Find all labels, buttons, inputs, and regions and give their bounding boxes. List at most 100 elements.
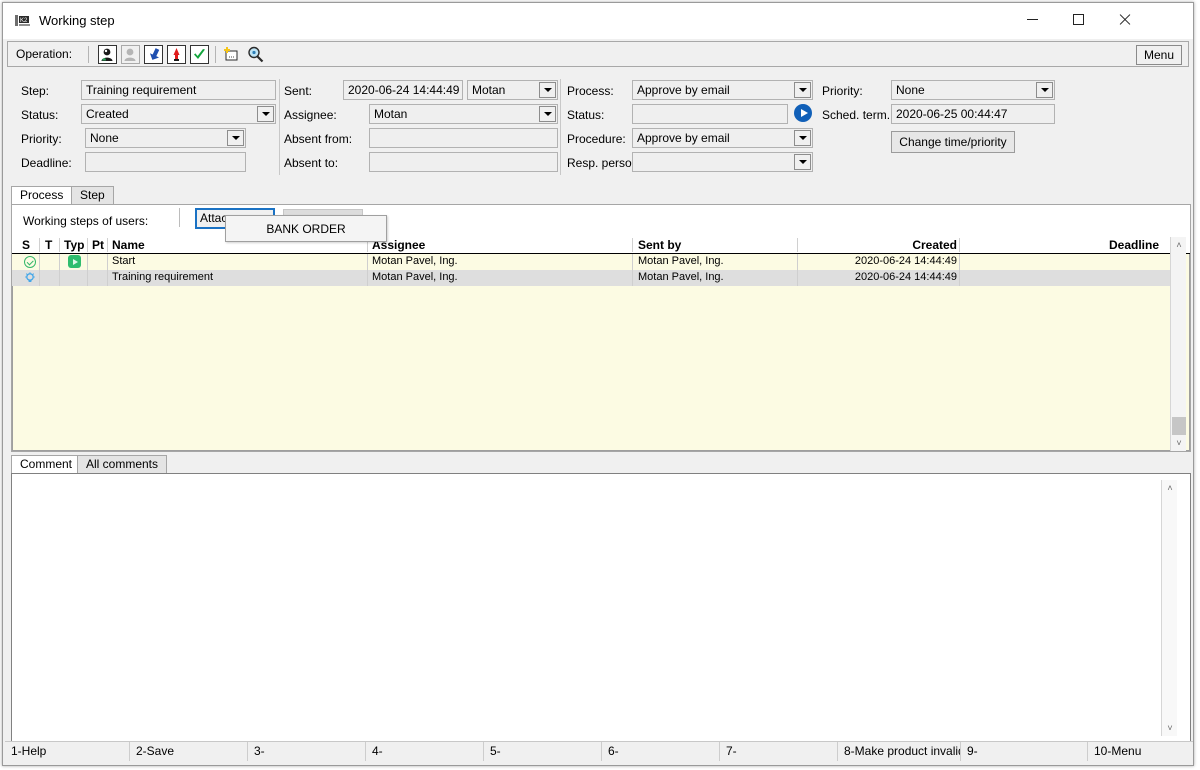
cell-created: 2020-06-24 14:44:49 — [854, 255, 957, 267]
resp-person-combo[interactable] — [632, 152, 813, 172]
change-time-priority-button[interactable]: Change time/priority — [891, 131, 1015, 153]
sched-term-field[interactable]: 2020-06-25 00:44:47 — [891, 104, 1055, 124]
scroll-up-icon[interactable]: ˄ — [1162, 480, 1178, 496]
cell-divider — [632, 270, 633, 286]
process-combo[interactable]: Approve by email — [632, 80, 813, 100]
status-bar: 1-Help 2-Save 3- 4- 5- 6- 7- 8-Make prod… — [5, 741, 1193, 761]
chevron-down-icon[interactable] — [1036, 82, 1053, 98]
step-field[interactable]: Training requirement — [81, 80, 276, 100]
tab-comment[interactable]: Comment — [11, 455, 82, 475]
grid-scrollbar[interactable]: ˄ ˅ — [1170, 237, 1186, 451]
user-disabled-icon[interactable] — [121, 45, 140, 64]
column-header-pt[interactable]: Pt — [92, 238, 104, 252]
grid-header-row: S T Typ Pt Name Assignee Sent by Created… — [12, 237, 1190, 254]
cell-assignee: Motan Pavel, Ing. — [372, 271, 458, 283]
cell-created: 2020-06-24 14:44:49 — [854, 271, 957, 283]
cell-divider — [87, 254, 88, 270]
chevron-down-icon[interactable] — [794, 130, 811, 146]
return-arrow-icon[interactable] — [144, 45, 163, 64]
column-divider[interactable] — [107, 238, 108, 252]
grid-scroll-thumb[interactable] — [1172, 417, 1186, 435]
chevron-down-icon[interactable] — [227, 130, 244, 146]
column-header-t[interactable]: T — [45, 238, 52, 252]
cell-divider — [107, 254, 108, 270]
new-note-icon[interactable] — [222, 45, 241, 64]
cell-name: Training requirement — [112, 271, 214, 283]
menu-button[interactable]: Menu — [1136, 45, 1182, 65]
bank-order-tooltip: BANK ORDER — [225, 215, 387, 242]
column-header-sentby[interactable]: Sent by — [638, 238, 681, 252]
scroll-up-icon[interactable]: ˄ — [1171, 237, 1187, 253]
column-divider[interactable] — [59, 238, 60, 252]
right-priority-combo[interactable]: None — [891, 80, 1055, 100]
status-cell-3[interactable]: 3- — [248, 742, 366, 761]
column-header-typ[interactable]: Typ — [64, 238, 84, 252]
cell-divider — [959, 270, 960, 286]
status-cell-9[interactable]: 9- — [961, 742, 1088, 761]
window-title: Working step — [39, 13, 115, 28]
resp-person-label: Resp. person: — [567, 156, 642, 170]
run-process-icon[interactable] — [794, 104, 812, 122]
chevron-down-icon[interactable] — [794, 82, 811, 98]
scroll-down-icon[interactable]: ˅ — [1171, 435, 1187, 451]
column-divider[interactable] — [632, 238, 633, 252]
column-header-deadline[interactable]: Deadline — [912, 238, 1159, 252]
column-header-name[interactable]: Name — [112, 238, 145, 252]
type-start-icon — [68, 255, 81, 268]
tab-all-comments[interactable]: All comments — [77, 455, 168, 474]
priority-combo[interactable]: None — [85, 128, 246, 148]
close-button[interactable] — [1101, 3, 1147, 35]
process-status-field[interactable] — [632, 104, 788, 124]
cell-divider — [107, 270, 108, 286]
step-label: Step: — [21, 84, 50, 98]
priority-flag-icon[interactable] — [167, 45, 186, 64]
absent-from-field[interactable] — [369, 128, 558, 148]
chevron-down-icon[interactable] — [794, 154, 811, 170]
sent-user-combo[interactable]: Motan — [467, 80, 558, 100]
assignee-combo[interactable]: Motan — [369, 104, 558, 124]
status-cell-1-help[interactable]: 1-Help — [5, 742, 130, 761]
chevron-down-icon[interactable] — [257, 106, 274, 122]
table-row[interactable]: Start Motan Pavel, Ing. Motan Pavel, Ing… — [12, 254, 1172, 270]
sched-term-label: Sched. term.: — [822, 108, 894, 122]
process-status-label: Status: — [567, 108, 605, 122]
comment-textarea[interactable] — [11, 473, 1191, 743]
column-divider[interactable] — [87, 238, 88, 252]
status-cell-4[interactable]: 4- — [366, 742, 484, 761]
minimize-button[interactable] — [1009, 3, 1055, 35]
column-header-s[interactable]: S — [22, 238, 30, 252]
chevron-down-icon[interactable] — [539, 82, 556, 98]
search-magnifier-icon[interactable] — [246, 45, 265, 64]
status-complete-icon — [24, 256, 36, 268]
tab-step[interactable]: Step — [71, 186, 114, 205]
user-active-icon[interactable] — [98, 45, 117, 64]
deadline-label: Deadline: — [21, 156, 72, 170]
app-icon: K2 — [15, 14, 31, 28]
status-cell-7[interactable]: 7- — [720, 742, 838, 761]
status-combo-value: Created — [86, 107, 129, 121]
form-divider-2 — [560, 79, 561, 175]
status-cell-8-make-product-invalid[interactable]: 8-Make product invalid — [838, 742, 961, 761]
column-divider[interactable] — [39, 238, 40, 252]
sent-date-field[interactable]: 2020-06-24 14:44:49 — [343, 80, 463, 100]
maximize-button[interactable] — [1055, 3, 1101, 35]
status-cell-6[interactable]: 6- — [602, 742, 720, 761]
absent-from-label: Absent from: — [284, 132, 353, 146]
absent-to-field[interactable] — [369, 152, 558, 172]
scroll-down-icon[interactable]: ˅ — [1162, 720, 1178, 736]
status-combo[interactable]: Created — [81, 104, 276, 124]
close-icon — [1118, 13, 1131, 26]
table-row[interactable]: Training requirement Motan Pavel, Ing. M… — [12, 270, 1172, 286]
deadline-field[interactable] — [85, 152, 246, 172]
operation-toolbar: Operation: Menu — [7, 41, 1189, 67]
status-cell-5[interactable]: 5- — [484, 742, 602, 761]
status-cell-2-save[interactable]: 2-Save — [130, 742, 248, 761]
status-cell-10-menu[interactable]: 10-Menu — [1088, 742, 1193, 761]
toolbar-separator-2 — [215, 46, 216, 63]
comment-scrollbar[interactable]: ˄ ˅ — [1161, 480, 1177, 736]
procedure-combo[interactable]: Approve by email — [632, 128, 813, 148]
status-idea-icon — [24, 272, 36, 284]
chevron-down-icon[interactable] — [539, 106, 556, 122]
tab-process[interactable]: Process — [11, 186, 73, 206]
approve-check-icon[interactable] — [190, 45, 209, 64]
